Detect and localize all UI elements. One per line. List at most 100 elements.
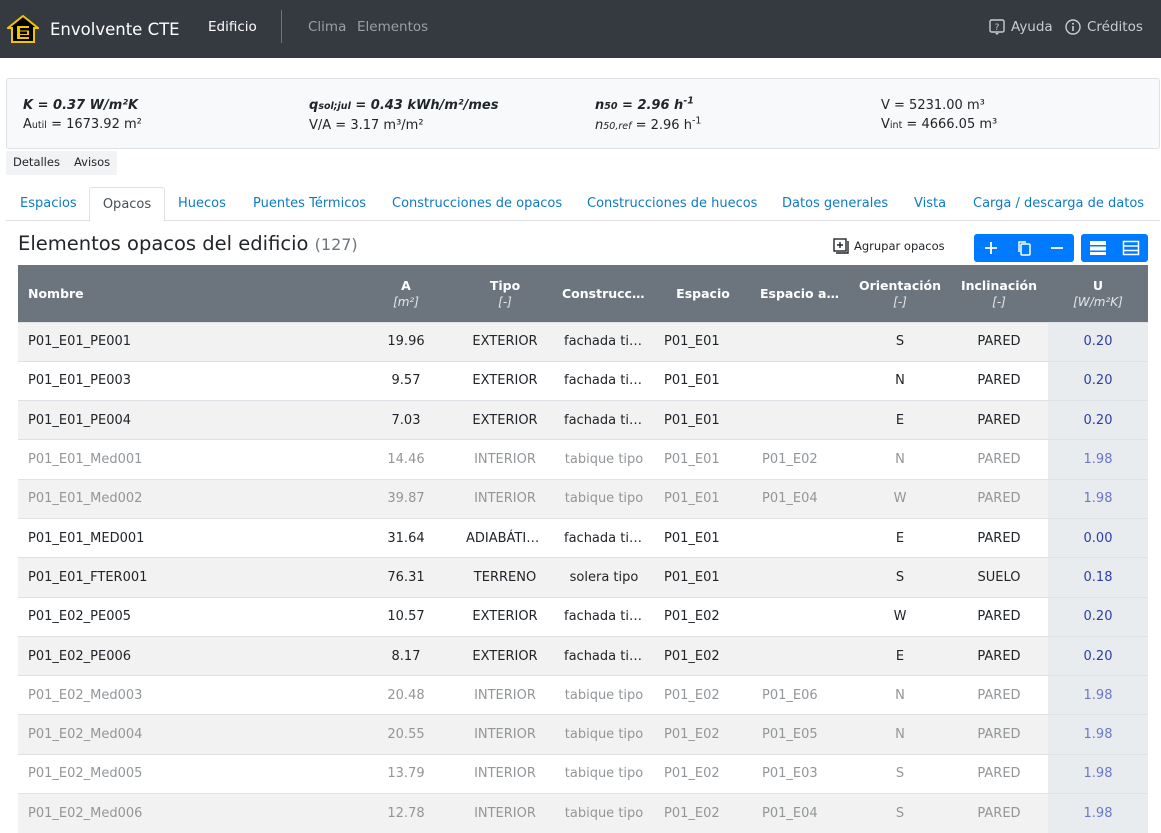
cell-a: 20.48	[356, 675, 456, 715]
nav-edificio[interactable]: Edificio	[208, 19, 257, 35]
table-row[interactable]: P01_E02_PE006 8.17 EXTERIOR fachada tipo P01…	[18, 635, 1148, 676]
col-espacio[interactable]: Espacio	[654, 265, 752, 322]
credits-link[interactable]: Créditos	[1065, 19, 1143, 35]
table-row[interactable]: P01_E02_Med006 12.78 INTERIOR tabique tipo P…	[18, 793, 1148, 833]
tab-datos-generales[interactable]: Datos generales	[782, 187, 888, 221]
cell-nombre: P01_E01_PE003	[18, 360, 356, 401]
group-opacos-button[interactable]: Agrupar opacos	[833, 238, 945, 254]
table-row[interactable]: P01_E02_Med003 20.48 INTERIOR tabique tipo P…	[18, 675, 1148, 715]
cell-espacio: P01_E01	[654, 478, 752, 519]
tab-detalles[interactable]: Detalles	[6, 151, 67, 175]
cell-espacio: P01_E01	[654, 439, 752, 480]
cell-a: 8.17	[356, 635, 456, 676]
tab-avisos[interactable]: Avisos	[67, 151, 117, 175]
cell-a: 76.31	[356, 557, 456, 598]
cell-inclinacion: PARED	[950, 439, 1048, 480]
cell-espacio: P01_E02	[654, 753, 752, 794]
nav-elementos[interactable]: Elementos	[357, 19, 428, 35]
col-tipo[interactable]: Tipo [-]	[456, 265, 554, 322]
cell-a: 7.03	[356, 400, 456, 440]
cell-orientacion: S	[850, 557, 950, 598]
table-row[interactable]: P01_E02_Med004 20.55 INTERIOR tabique tipo P…	[18, 714, 1148, 755]
help-icon: ?	[989, 19, 1005, 35]
select-none-button[interactable]	[1114, 234, 1147, 262]
table-row[interactable]: P01_E02_PE005 10.57 EXTERIOR fachada tipo P0…	[18, 596, 1148, 637]
add-button[interactable]	[974, 234, 1007, 262]
table-row[interactable]: P01_E01_PE001 19.96 EXTERIOR fachada tipo P0…	[18, 321, 1148, 362]
cell-orientacion: N	[850, 360, 950, 401]
cell-nombre: P01_E02_Med003	[18, 675, 356, 715]
opacos-table: Nombre A [m²] Tipo [-] Construcción Espaci…	[18, 265, 1148, 833]
summary-col-qsol: qsol;jul = 0.43 kWh/m²/mes V/A = 3.17 m³…	[309, 96, 498, 135]
cell-espacio-adyacente: P01_E05	[752, 714, 850, 755]
plus-icon	[984, 242, 997, 254]
cell-espacio-adyacente	[752, 517, 850, 558]
col-a[interactable]: A [m²]	[356, 265, 456, 322]
rows-outline-icon	[1122, 240, 1139, 256]
cell-construccion: fachada tipo	[554, 635, 654, 676]
cell-inclinacion: PARED	[950, 360, 1048, 401]
cell-espacio-adyacente: P01_E03	[752, 753, 850, 794]
top-navbar: Envolvente CTE Edificio Clima Elementos …	[0, 0, 1161, 58]
cell-u: 1.98	[1048, 439, 1148, 480]
cell-tipo: INTERIOR	[456, 478, 554, 519]
cell-construccion: fachada tipo	[554, 517, 654, 558]
add-group-icon	[833, 238, 849, 254]
tab-vista[interactable]: Vista	[914, 187, 946, 221]
tab-construcciones-opacos[interactable]: Construcciones de opacos	[392, 187, 562, 221]
cell-nombre: P01_E02_PE005	[18, 596, 356, 637]
tab-espacios[interactable]: Espacios	[12, 187, 85, 221]
cell-construccion: solera tipo	[554, 557, 654, 598]
table-row[interactable]: P01_E01_PE004 7.03 EXTERIOR fachada tipo P01…	[18, 400, 1148, 440]
n50ref-value: n50,ref = 2.96 h-1	[595, 115, 702, 133]
table-row[interactable]: P01_E01_FTER001 76.31 TERRENO solera tipo P0…	[18, 557, 1148, 598]
autil-value: Autil = 1673.92 m²	[23, 117, 142, 132]
cell-inclinacion: PARED	[950, 753, 1048, 794]
help-link[interactable]: ? Ayuda	[989, 19, 1053, 35]
cell-a: 20.55	[356, 714, 456, 755]
cell-u: 1.98	[1048, 675, 1148, 715]
duplicate-button[interactable]	[1007, 234, 1040, 262]
cell-nombre: P01_E01_PE001	[18, 321, 356, 362]
cell-tipo: INTERIOR	[456, 793, 554, 833]
cell-espacio: P01_E01	[654, 557, 752, 598]
select-all-button[interactable]	[1081, 234, 1114, 262]
col-inclinacion[interactable]: Inclinación [-]	[950, 265, 1048, 322]
table-row[interactable]: P01_E01_Med002 39.87 INTERIOR tabique tipo P…	[18, 478, 1148, 519]
building-summary: K = 0.37 W/m²K Autil = 1673.92 m² qsol;j…	[6, 78, 1160, 149]
table-row[interactable]: P01_E02_Med005 13.79 INTERIOR tabique tipo P…	[18, 753, 1148, 794]
cell-a: 39.87	[356, 478, 456, 519]
cell-espacio-adyacente: P01_E02	[752, 439, 850, 480]
col-orientacion[interactable]: Orientación [-]	[850, 265, 950, 322]
cell-tipo: EXTERIOR	[456, 400, 554, 440]
cell-inclinacion: PARED	[950, 596, 1048, 637]
cell-espacio: P01_E01	[654, 321, 752, 362]
cell-a: 9.57	[356, 360, 456, 401]
cell-u: 1.98	[1048, 478, 1148, 519]
col-construccion[interactable]: Construcción	[554, 265, 654, 322]
remove-button[interactable]	[1040, 234, 1073, 262]
summary-col-n50: n50 = 2.96 h-1 n50,ref = 2.96 h-1	[595, 96, 701, 136]
cell-orientacion: W	[850, 596, 950, 637]
nav-clima[interactable]: Clima	[308, 19, 346, 35]
cell-inclinacion: PARED	[950, 793, 1048, 833]
table-row[interactable]: P01_E01_PE003 9.57 EXTERIOR fachada tipo P01…	[18, 360, 1148, 401]
tab-opacos[interactable]: Opacos	[89, 187, 165, 222]
col-nombre[interactable]: Nombre	[18, 265, 356, 322]
credits-label: Créditos	[1087, 19, 1143, 35]
tab-huecos[interactable]: Huecos	[178, 187, 226, 221]
table-row[interactable]: P01_E01_MED001 31.64 ADIABÁTICO fachada tip…	[18, 517, 1148, 558]
table-row[interactable]: P01_E01_Med001 14.46 INTERIOR tabique tipo P…	[18, 439, 1148, 480]
tab-puentes-termicos[interactable]: Puentes Térmicos	[253, 187, 366, 221]
cell-a: 13.79	[356, 753, 456, 794]
tab-carga-descarga[interactable]: Carga / descarga de datos	[973, 187, 1144, 221]
col-u[interactable]: U [W/m²K]	[1048, 265, 1148, 322]
cell-construccion: tabique tipo	[554, 478, 654, 519]
summary-col-volume: V = 5231.00 m³ Vint = 4666.05 m³	[881, 96, 997, 135]
brand[interactable]: Envolvente CTE	[7, 15, 180, 43]
tab-construcciones-huecos[interactable]: Construcciones de huecos	[587, 187, 757, 221]
cell-orientacion: W	[850, 478, 950, 519]
cell-construccion: fachada tipo	[554, 360, 654, 401]
cell-orientacion: E	[850, 400, 950, 440]
col-espacio-adyacente[interactable]: Espacio adyacente	[752, 265, 850, 322]
